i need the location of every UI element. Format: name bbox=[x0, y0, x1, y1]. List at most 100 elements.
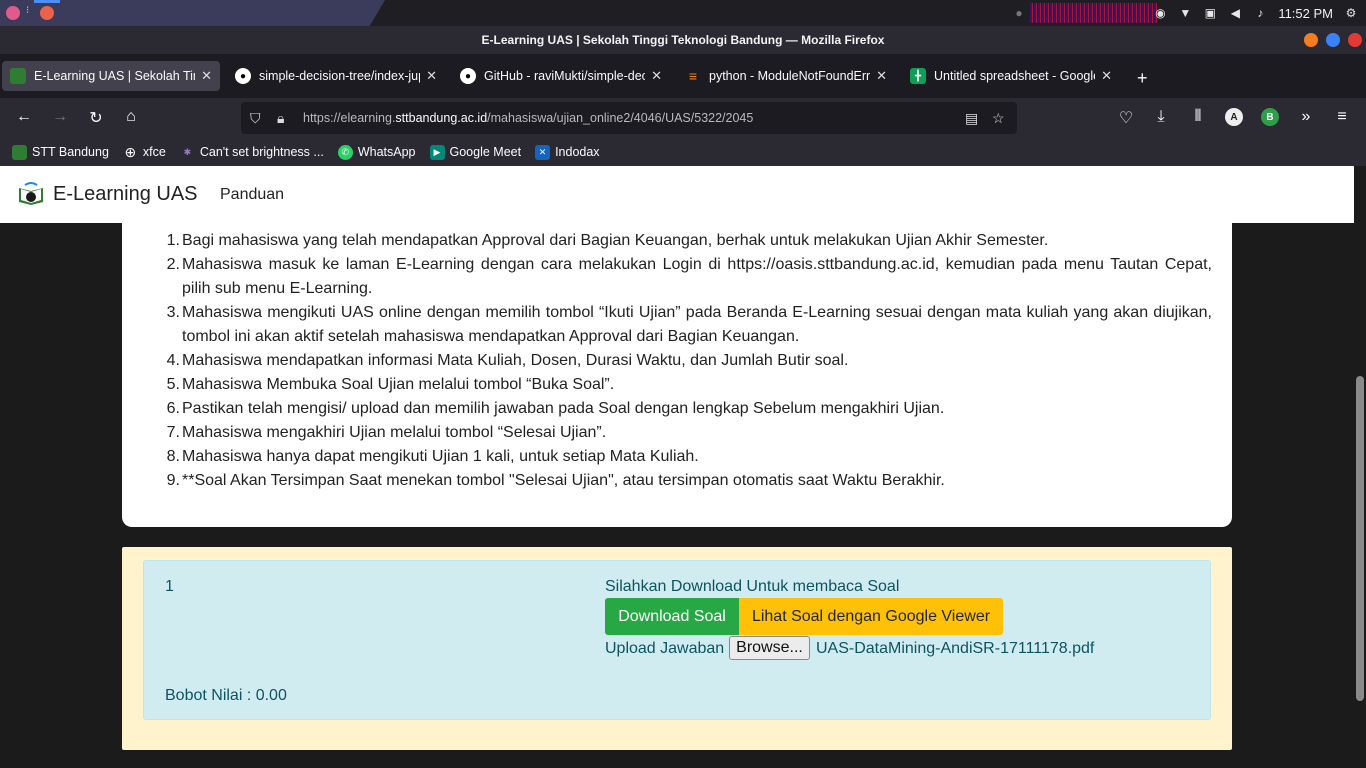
bookmark-stt-bandung[interactable]: STT Bandung bbox=[12, 144, 109, 160]
pocket-icon[interactable]: ♡ bbox=[1116, 108, 1136, 128]
stt-icon bbox=[12, 144, 27, 160]
bookmark-whatsapp[interactable]: ✆ WhatsApp bbox=[337, 144, 416, 160]
steam-icon[interactable]: ◉ bbox=[1153, 6, 1167, 20]
scrollbar-thumb[interactable] bbox=[1356, 376, 1364, 701]
elearning-icon bbox=[10, 68, 26, 84]
shield-icon[interactable]: ⛉ bbox=[250, 102, 261, 134]
rules-list: 1. Bagi mahasiswa yang telah mendapatkan … bbox=[167, 229, 1212, 493]
bookmark-google-meet[interactable]: ▶ Google Meet bbox=[429, 144, 521, 160]
rule-number: 6. bbox=[166, 400, 180, 417]
rule-text: Mahasiswa Membuka Soal Ujian melalui tom… bbox=[182, 376, 615, 393]
bookmark-xfce[interactable]: ⊕ xfce bbox=[123, 143, 166, 160]
reload-icon[interactable]: ↻ bbox=[86, 108, 106, 128]
rule-text: Mahasiswa hanya dapat mengikuti Ujian 1 … bbox=[182, 448, 699, 465]
tab-stackoverflow[interactable]: ≡ python - ModuleNotFoundError ✕ bbox=[677, 61, 895, 91]
navigation-bar: ← → ↻ ⌂ ⛉ 🔒︎ https://elearning.sttbandun… bbox=[0, 98, 1366, 138]
reader-view-icon[interactable]: ▤ bbox=[965, 102, 978, 134]
new-tab-icon[interactable]: + bbox=[1137, 68, 1148, 89]
rule-number: 8. bbox=[166, 448, 180, 465]
downloads-icon[interactable]: ⤓ bbox=[1151, 108, 1171, 126]
google-viewer-button[interactable]: Lihat Soal dengan Google Viewer bbox=[739, 598, 1003, 635]
sheets-icon: ╋ bbox=[910, 68, 926, 84]
tab-elearning[interactable]: E-Learning UAS | Sekolah Tinggi Teknolog… bbox=[2, 61, 220, 91]
site-brand[interactable]: E-Learning UAS bbox=[17, 182, 198, 206]
page-viewport: 1. Bagi mahasiswa yang telah mendapatkan … bbox=[0, 166, 1366, 768]
minimize-button[interactable] bbox=[1304, 33, 1318, 47]
site-brand-label: E-Learning UAS bbox=[53, 182, 198, 205]
bookmark-indodax[interactable]: ✕ Indodax bbox=[535, 144, 600, 160]
clock[interactable]: 11:52 PM bbox=[1278, 6, 1333, 21]
tab-github-repo[interactable]: ● GitHub - raviMukti/simple-decision-tre… bbox=[452, 61, 670, 91]
rule-number: 9. bbox=[166, 472, 180, 489]
url-bar[interactable]: ⛉ 🔒︎ https://elearning.sttbandung.ac.id/… bbox=[241, 102, 1017, 134]
question-box: 1 Silahkan Download Untuk membaca Soal D… bbox=[143, 560, 1211, 720]
bookmarks-bar: STT Bandung ⊕ xfce ✱ Can't set brightnes… bbox=[0, 138, 1366, 166]
rule-text: **Soal Akan Tersimpan Saat menekan tombo… bbox=[182, 472, 945, 489]
rule-number: 3. bbox=[166, 304, 180, 321]
tab-close-icon[interactable]: ✕ bbox=[426, 68, 437, 84]
close-window-button[interactable] bbox=[1348, 33, 1362, 47]
site-navbar: E-Learning UAS Panduan bbox=[0, 166, 1354, 223]
active-window-indicator bbox=[34, 0, 60, 3]
record-indicator-icon: ● bbox=[1015, 6, 1023, 20]
tab-sheets[interactable]: ╋ Untitled spreadsheet - Google Sheets ✕ bbox=[902, 61, 1120, 91]
question-card: 1 Silahkan Download Untuk membaca Soal D… bbox=[122, 547, 1232, 750]
rule-item: 1. Bagi mahasiswa yang telah mendapatkan … bbox=[167, 229, 1212, 253]
cpu-graph bbox=[1030, 3, 1158, 23]
bookmark-brightness[interactable]: ✱ Can't set brightness ... bbox=[180, 145, 324, 160]
bookmark-star-icon[interactable]: ☆ bbox=[992, 102, 1005, 134]
rule-text: Pastikan telah mengisi/ upload dan memil… bbox=[182, 400, 945, 417]
tab-close-icon[interactable]: ✕ bbox=[201, 68, 212, 84]
rule-item: 7. Mahasiswa mengakhiri Ujian melalui tom… bbox=[167, 421, 1212, 445]
clipboard-icon[interactable]: ▣ bbox=[1203, 6, 1217, 20]
power-icon[interactable]: ⚙ bbox=[1344, 6, 1358, 20]
rule-item: 8. Mahasiswa hanya dapat mengikuti Ujian … bbox=[167, 445, 1212, 469]
window-titlebar: E-Learning UAS | Sekolah Tinggi Teknolog… bbox=[0, 26, 1366, 54]
question-number: 1 bbox=[165, 578, 174, 595]
url-prefix: https://elearning. bbox=[303, 111, 396, 125]
lock-icon[interactable]: 🔒︎ bbox=[277, 102, 284, 134]
question-message: Silahkan Download Untuk membaca Soal bbox=[605, 578, 900, 595]
globe-icon: ⊕ bbox=[124, 143, 137, 160]
rule-item: 3. Mahasiswa mengikuti UAS online dengan … bbox=[167, 301, 1212, 349]
rule-text: Mahasiswa mengakhiri Ujian melalui tombo… bbox=[182, 424, 607, 441]
notification-bell-icon[interactable]: ♪ bbox=[1253, 6, 1267, 20]
wifi-icon[interactable]: ▼ bbox=[1178, 6, 1192, 20]
whisker-menu-icon[interactable] bbox=[6, 6, 20, 20]
meet-icon: ▶ bbox=[429, 144, 445, 160]
rule-number: 1. bbox=[166, 232, 180, 249]
uploaded-file-name: UAS-DataMining-AndiSR-17111178.pdf bbox=[816, 640, 1095, 657]
forward-icon[interactable]: → bbox=[50, 108, 70, 126]
tab-close-icon[interactable]: ✕ bbox=[1101, 68, 1112, 84]
volume-icon[interactable]: ◀ bbox=[1228, 6, 1242, 20]
hamburger-menu-icon[interactable]: ≡ bbox=[1332, 108, 1352, 126]
rule-text: Bagi mahasiswa yang telah mendapatkan Ap… bbox=[182, 232, 1049, 249]
download-soal-button[interactable]: Download Soal bbox=[605, 598, 739, 635]
tab-close-icon[interactable]: ✕ bbox=[876, 68, 887, 84]
overflow-menu-icon[interactable]: » bbox=[1296, 108, 1316, 126]
extension-icon[interactable]: B bbox=[1261, 108, 1279, 126]
firefox-taskbar-icon[interactable] bbox=[40, 6, 54, 20]
account-avatar-icon[interactable]: A bbox=[1225, 108, 1243, 126]
bobot-nilai: Bobot Nilai : 0.00 bbox=[165, 687, 287, 704]
rule-number: 5. bbox=[166, 376, 180, 393]
whatsapp-icon: ✆ bbox=[337, 144, 353, 160]
library-icon[interactable]: ⫴ bbox=[1188, 108, 1208, 126]
url-host: sttbandung.ac.id bbox=[395, 111, 488, 125]
rule-number: 7. bbox=[166, 424, 180, 441]
indodax-icon: ✕ bbox=[535, 144, 551, 160]
rule-item: 9. **Soal Akan Tersimpan Saat menekan tom… bbox=[167, 469, 1212, 493]
browse-file-button[interactable]: Browse... bbox=[729, 636, 810, 660]
rule-item: 4. Mahasiswa mendapatkan informasi Mata K… bbox=[167, 349, 1212, 373]
tab-close-icon[interactable]: ✕ bbox=[651, 68, 662, 84]
rule-number: 2. bbox=[166, 256, 180, 273]
maximize-button[interactable] bbox=[1326, 33, 1340, 47]
back-icon[interactable]: ← bbox=[14, 108, 34, 126]
rule-text: Mahasiswa mengikuti UAS online dengan me… bbox=[182, 304, 1212, 345]
book-logo-icon bbox=[17, 182, 45, 206]
nav-link-panduan[interactable]: Panduan bbox=[220, 186, 284, 204]
tab-bar: E-Learning UAS | Sekolah Tinggi Teknolog… bbox=[0, 54, 1366, 98]
home-icon[interactable]: ⌂ bbox=[121, 108, 141, 126]
tab-github-jupyter[interactable]: ● simple-decision-tree/index-jupyter ✕ bbox=[227, 61, 445, 91]
github-icon: ● bbox=[460, 68, 476, 84]
